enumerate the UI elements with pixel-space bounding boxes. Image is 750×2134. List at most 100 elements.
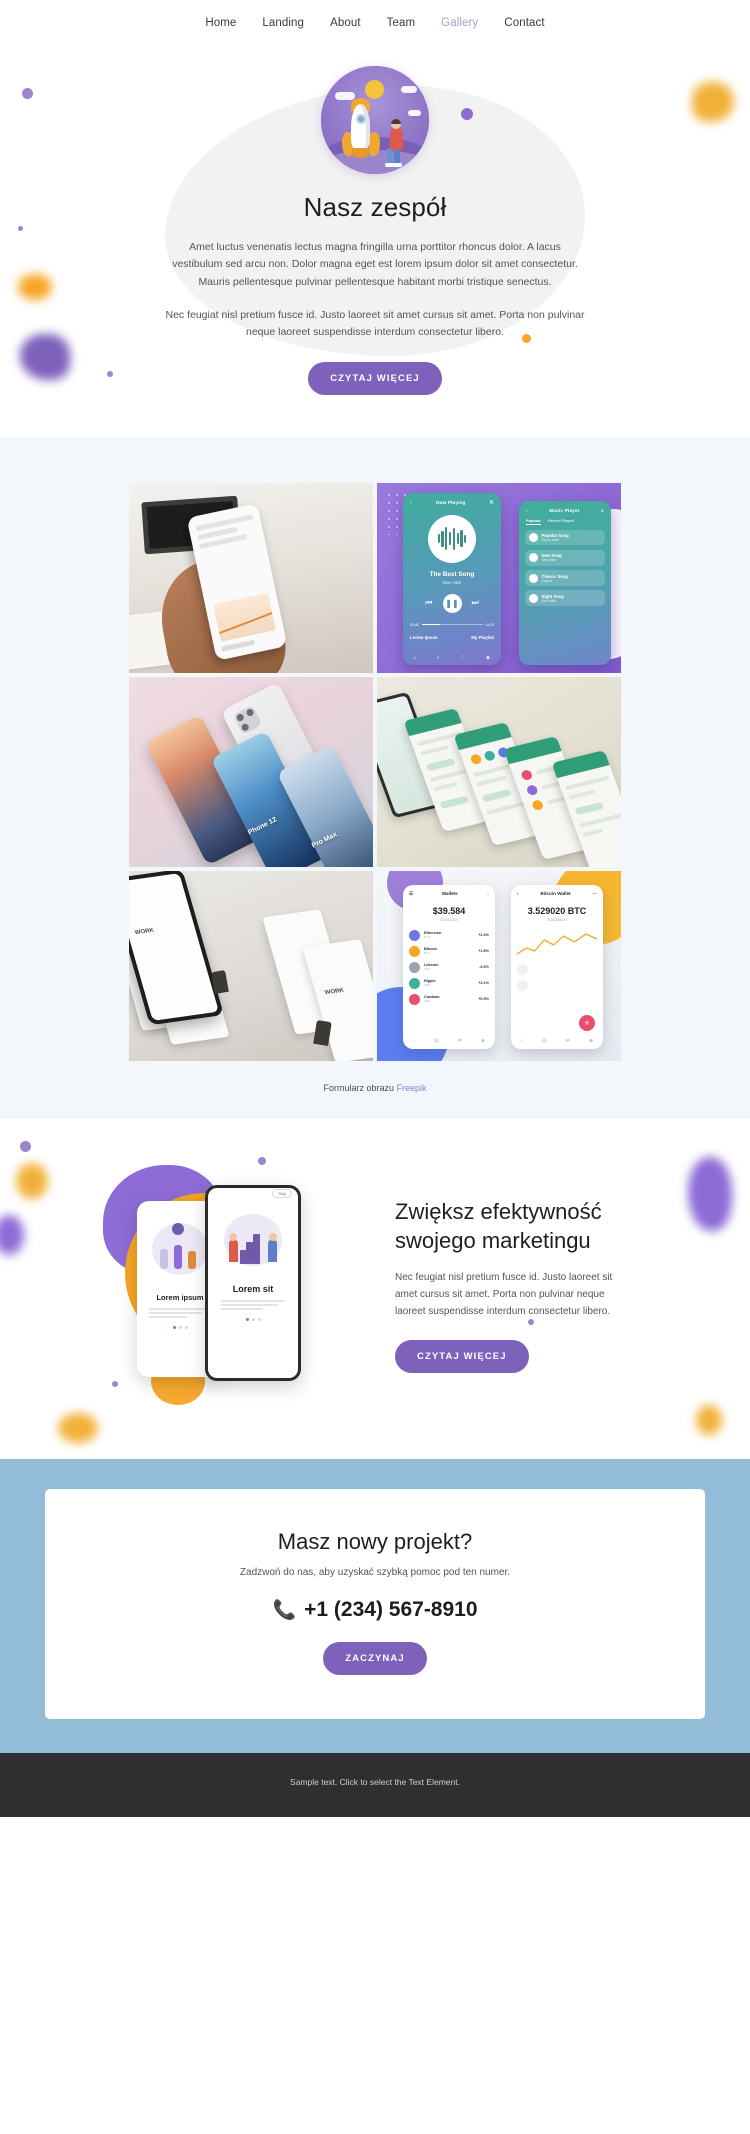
now-playing-label: Now Playing <box>436 500 466 506</box>
gallery-credit-link[interactable]: Freepik <box>397 1083 427 1093</box>
deco-blob-orange-4 <box>58 1412 98 1443</box>
wallet-row-value: +3.1% <box>478 981 489 986</box>
swap-icon-bitcoin[interactable]: ⇄ <box>565 1038 569 1044</box>
wallet-row-sub: BTC <box>424 951 430 956</box>
wallet-row-value: -0.6% <box>479 965 489 970</box>
cta-section: Masz nowy projekt? Zadzwoń do nas, aby u… <box>0 1458 750 1753</box>
heart-icon[interactable]: ♡ <box>460 655 464 661</box>
bitcoin-wallet-screen: ‹ Bitcoin Wallet ⋯ 3.529020 BTC $ 39.584,0… <box>511 884 603 1049</box>
track-list-item[interactable]: Night Song New Artist <box>525 590 605 607</box>
hero-paragraph-1: Amet luctus venenatis lectus magna fring… <box>172 241 578 288</box>
swap-icon-wallet[interactable]: ⇄ <box>457 1038 461 1044</box>
gallery-item-music-player-app-mockup[interactable]: ‹ Now Playing ⇱ The Best Song New Artist… <box>377 482 621 673</box>
phone-mockup-front: Skip Lorem sit <box>205 1184 301 1381</box>
back-chevron-icon-2: ‹ <box>526 507 528 513</box>
bell-icon: ◌ <box>486 891 489 897</box>
share-icon: ⇱ <box>489 499 494 505</box>
track-sub: New Artist <box>541 558 556 563</box>
hero-section: Nasz zespół Amet luctus venenatis lectus… <box>0 46 750 437</box>
deco-blob-purple-2 <box>0 1214 24 1255</box>
music-player-library-screen: ‹ Music Player ⌕ Popular Recent Played P… <box>519 500 611 665</box>
skip-button[interactable]: Skip <box>272 1189 292 1199</box>
home-icon[interactable]: ⌂ <box>413 655 416 661</box>
wallet-row[interactable] <box>517 963 597 975</box>
home-icon-bitcoin[interactable]: ⌂ <box>520 1038 523 1044</box>
cta-phone-number: +1 (234) 567-8910 <box>304 1597 478 1621</box>
hero-paragraph-2: Nec feugiat nisl pretium fusce id. Justo… <box>165 308 585 339</box>
phone-front-caption: Lorem sit <box>232 1283 274 1294</box>
track-list-item[interactable]: Classic Song Legend <box>525 570 605 586</box>
deco-dot-purple-5 <box>20 1140 31 1152</box>
profile-icon[interactable]: ☻ <box>485 655 490 661</box>
wallet-row-value: +2.4% <box>478 933 489 938</box>
wallet-row[interactable]: Ripple XRP +3.1% <box>409 977 489 989</box>
search-icon-2: ⌕ <box>601 507 604 513</box>
profile-icon-wallet[interactable]: ☻ <box>480 1038 485 1044</box>
profile-icon-bitcoin[interactable]: ☻ <box>588 1038 593 1044</box>
song-artist: New Artist <box>442 579 462 585</box>
footer: Sample text. Click to select the Text El… <box>0 1752 750 1817</box>
next-track-icon[interactable]: ⏭ <box>472 598 479 608</box>
chart-icon-bitcoin[interactable]: ▤ <box>542 1038 547 1044</box>
nav-item-landing[interactable]: Landing <box>262 17 304 29</box>
tab-recent-played[interactable]: Recent Played <box>548 518 574 525</box>
music-player-now-playing-screen: ‹ Now Playing ⇱ The Best Song New Artist… <box>403 492 501 665</box>
gallery-credit: Formularz obrazu Freepik <box>0 1083 750 1093</box>
nav-item-gallery[interactable]: Gallery <box>441 17 478 29</box>
phone-icon: 📞 <box>272 1599 297 1621</box>
deco-blob-purple-3 <box>688 1156 732 1231</box>
tab-popular[interactable]: Popular <box>526 518 541 525</box>
wallets-label: Wallets <box>441 891 458 897</box>
add-icon[interactable]: + <box>579 1014 595 1031</box>
waveform-icon <box>428 514 476 563</box>
cta-start-button[interactable]: ZACZYNAJ <box>323 1641 427 1675</box>
wallet-amount: $39.584 <box>432 905 466 916</box>
gallery-section: ‹ Now Playing ⇱ The Best Song New Artist… <box>0 436 750 1119</box>
main-navigation: Home Landing About Team Gallery Contact <box>0 0 750 46</box>
search-icon[interactable]: ⌕ <box>437 655 440 661</box>
menu-icon: ☰ <box>409 890 414 896</box>
nav-item-home[interactable]: Home <box>205 17 236 29</box>
nav-item-contact[interactable]: Contact <box>504 17 544 29</box>
bitcoin-wallet-label: Bitcoin Wallet <box>540 891 571 897</box>
gallery-item-grey-perspective-screens-photo[interactable]: WORK WORK <box>129 870 373 1061</box>
footer-text: Sample text. Click to select the Text El… <box>290 1776 460 1787</box>
track-list-item[interactable]: New Song New Artist <box>525 549 605 566</box>
gallery-item-phones-pink-backdrop-photo[interactable]: Phone 12 Pro Max <box>129 676 373 867</box>
chart-icon-wallet[interactable]: ▤ <box>434 1038 439 1044</box>
cta-phone-row[interactable]: 📞 +1 (234) 567-8910 <box>65 1598 685 1622</box>
bitcoin-amount-sub: $ 39.584,00 <box>547 917 567 922</box>
pause-icon[interactable]: ❚❚ <box>442 593 462 613</box>
wallet-row[interactable]: Litecoin LTC -0.6% <box>409 961 489 973</box>
wallet-row-value: +0.9% <box>478 997 489 1002</box>
hero-read-more-button[interactable]: CZYTAJ WIĘCEJ <box>308 361 442 395</box>
marketing-read-more-button[interactable]: CZYTAJ WIĘCEJ <box>395 1339 529 1373</box>
cta-subtitle: Zadzwoń do nas, aby uzyskać szybką pomoc… <box>239 1566 511 1578</box>
track-sub: Top on Artist <box>541 537 560 542</box>
wallet-row[interactable]: Ethereum ETH +2.4% <box>409 929 489 941</box>
marketing-paragraph: Nec feugiat nisl pretium fusce id. Justo… <box>395 1271 613 1317</box>
wallet-row-sub <box>532 985 597 989</box>
progress-slider[interactable] <box>421 623 483 626</box>
gallery-item-hand-holding-phone-photo[interactable] <box>129 482 373 673</box>
track-list-item[interactable]: Popular Song Top on Artist <box>525 529 605 546</box>
wallet-row[interactable]: Cardano ADA +0.9% <box>409 993 489 1005</box>
wallet-row[interactable]: Bitcoin BTC +1.8% <box>409 945 489 957</box>
rocket-launch-icon <box>321 66 429 174</box>
gallery-item-chat-app-screens-mockup[interactable] <box>377 676 621 867</box>
cta-card: Masz nowy projekt? Zadzwoń do nas, aby u… <box>45 1488 705 1719</box>
wallets-screen: ☰ Wallets ◌ $39.584 33.04.2021 Ethereum ETH… <box>403 884 495 1049</box>
foot-left-label: Lorem Ipsum <box>410 634 438 640</box>
home-icon-wallet[interactable]: ⌂ <box>412 1038 415 1044</box>
marketing-section: Lorem ipsum Skip Lorem sit Zwiększ efekt… <box>0 1118 750 1459</box>
wallet-row-sub <box>532 969 597 973</box>
nav-item-team[interactable]: Team <box>387 17 416 29</box>
wallet-row-sub: ADA <box>424 999 431 1004</box>
previous-track-icon[interactable]: ⏮ <box>425 598 432 608</box>
song-title: The Best Song <box>429 570 475 578</box>
gallery-item-wallet-bitcoin-app-mockup[interactable]: ☰ Wallets ◌ $39.584 33.04.2021 Ethereum ETH… <box>377 870 621 1061</box>
back-chevron-icon-wallet: ‹ <box>517 891 519 897</box>
nav-item-about[interactable]: About <box>330 17 361 29</box>
marketing-title: Zwiększ efektywność swojego marketingu <box>395 1199 602 1253</box>
wallet-row[interactable] <box>517 979 597 991</box>
